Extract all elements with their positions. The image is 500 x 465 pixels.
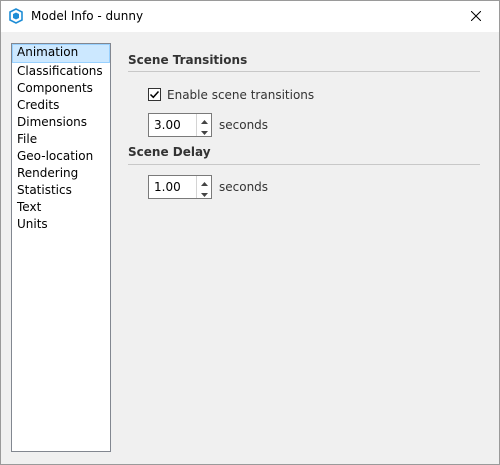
title-bar[interactable]: Model Info - dunny (1, 1, 499, 32)
sidebar-item-label: Text (17, 200, 42, 214)
spin-down-icon (200, 186, 208, 200)
sidebar-item-file[interactable]: File (12, 131, 110, 148)
sidebar-item-label: Statistics (17, 183, 72, 197)
transition-duration-unit: seconds (219, 118, 269, 132)
sidebar-item-units[interactable]: Units (12, 216, 110, 233)
sidebar-item-label: Rendering (17, 166, 79, 180)
spin-down-button[interactable] (196, 187, 211, 198)
enable-scene-transitions-checkbox[interactable] (148, 88, 161, 101)
scene-delay-unit: seconds (219, 180, 269, 194)
sidebar-item-components[interactable]: Components (12, 80, 110, 97)
sidebar-item-text[interactable]: Text (12, 199, 110, 216)
sidebar-item-classifications[interactable]: Classifications (12, 63, 110, 80)
sidebar-item-label: File (17, 132, 38, 146)
scene-transitions-heading: Scene Transitions (128, 53, 248, 67)
spin-down-icon (200, 124, 208, 138)
sketchup-logo-icon (8, 8, 24, 24)
enable-scene-transitions-label[interactable]: Enable scene transitions (167, 88, 314, 102)
sidebar-item-credits[interactable]: Credits (12, 97, 110, 114)
sidebar-item-label: Animation (17, 45, 79, 59)
sidebar-item-animation[interactable]: Animation (12, 44, 110, 63)
section-divider (128, 164, 480, 165)
section-divider (128, 71, 480, 72)
sidebar-item-label: Geo-location (17, 149, 94, 163)
close-button[interactable] (453, 1, 499, 32)
spin-down-button[interactable] (196, 125, 211, 136)
sidebar-item-statistics[interactable]: Statistics (12, 182, 110, 199)
scene-delay-value[interactable]: 1.00 (154, 180, 181, 194)
scene-delay-spinner[interactable]: 1.00 (148, 175, 212, 199)
sidebar-item-rendering[interactable]: Rendering (12, 165, 110, 182)
close-icon (470, 10, 482, 24)
sidebar-item-geo-location[interactable]: Geo-location (12, 148, 110, 165)
transition-duration-value[interactable]: 3.00 (154, 118, 181, 132)
sidebar-item-label: Classifications (17, 64, 103, 78)
sidebar-item-label: Dimensions (17, 115, 88, 129)
category-list[interactable]: Animation Classifications Components Cre… (11, 43, 111, 452)
transition-duration-spinner[interactable]: 3.00 (148, 113, 212, 137)
window-title: Model Info - dunny (31, 9, 144, 23)
sidebar-item-dimensions[interactable]: Dimensions (12, 114, 110, 131)
sidebar-item-label: Credits (17, 98, 60, 112)
sidebar-item-label: Components (17, 81, 93, 95)
sidebar-item-label: Units (17, 217, 48, 231)
model-info-dialog: Model Info - dunny Animation Classificat… (0, 0, 500, 465)
scene-delay-heading: Scene Delay (128, 145, 211, 159)
